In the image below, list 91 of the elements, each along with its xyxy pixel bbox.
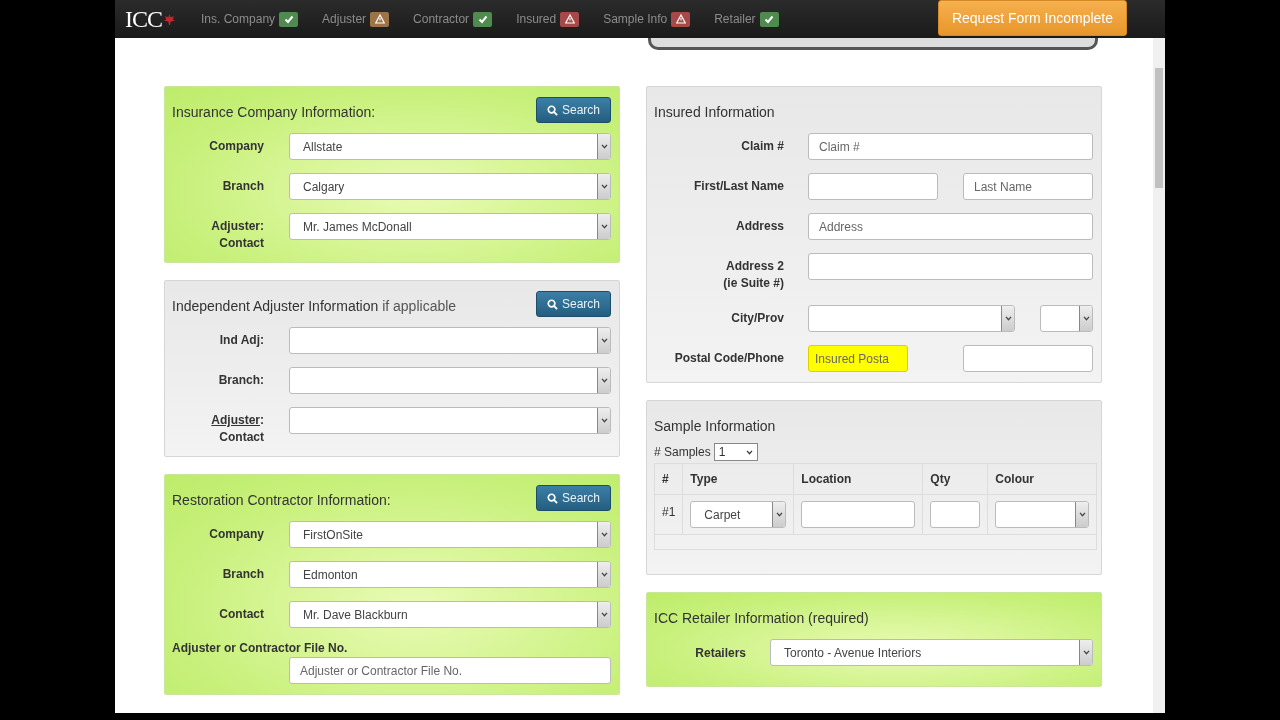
logo-text: ICC (125, 5, 162, 33)
dropdown[interactable] (1040, 305, 1093, 332)
field-label: Adjuster or Contractor File No. (172, 641, 348, 655)
dropdown[interactable] (808, 305, 1015, 332)
check-icon (764, 14, 775, 24)
leaf-icon (164, 13, 175, 25)
field-label: Company (209, 139, 264, 153)
nav-link[interactable]: Retailer (714, 12, 756, 26)
chevron-down-icon (600, 612, 608, 617)
search-icon (546, 492, 558, 504)
column-header: Qty (922, 463, 988, 495)
field-label: Contact (219, 607, 264, 621)
dropdown[interactable]: 1 (713, 443, 758, 461)
search-icon (546, 298, 558, 310)
chevron-down-icon (745, 449, 753, 455)
search-button[interactable]: Search (535, 291, 611, 317)
chevron-down-icon (600, 184, 608, 189)
nav-link[interactable]: Adjuster (322, 12, 367, 26)
dropdown[interactable]: Mr. James McDonall (289, 213, 611, 240)
column-header: Type (682, 463, 794, 495)
check-icon (283, 14, 294, 24)
text-field[interactable]: Address (808, 213, 1093, 240)
dropdown[interactable] (289, 407, 611, 434)
chevron-down-icon (1082, 650, 1090, 655)
field-label: Branch (222, 567, 264, 581)
scrollbar[interactable] (1153, 38, 1165, 713)
field-label: Claim # (741, 139, 784, 153)
panel-title: Restoration Contractor Information: (172, 491, 391, 508)
search-button[interactable]: Search (535, 97, 611, 123)
field-label: Postal Code/Phone (674, 351, 784, 365)
warning-icon (564, 14, 575, 24)
panel-title: Insurance Company Information: (172, 103, 376, 120)
chevron-down-icon (1082, 316, 1090, 321)
chevron-down-icon (600, 224, 608, 229)
field-label: Ind Adj: (219, 333, 264, 347)
panel-title: Insured Information (654, 103, 775, 120)
chevron-down-icon (600, 532, 608, 537)
field-label: Adjuster: Contact (211, 219, 264, 250)
nav-link[interactable]: Ins. Company (201, 12, 276, 26)
text-field[interactable]: Adjuster or Contractor File No. (289, 657, 611, 684)
dropdown[interactable] (289, 327, 611, 354)
text-field[interactable]: Last Name (963, 173, 1093, 200)
panel-title: Independent Adjuster Information if applicable (172, 297, 457, 314)
check-icon (477, 14, 488, 24)
nav-link[interactable]: Sample Info (603, 12, 668, 26)
dropdown[interactable]: Mr. Dave Blackburn (289, 601, 611, 628)
column-header: # (654, 463, 683, 495)
search-icon (546, 104, 558, 116)
text-field[interactable] (930, 501, 981, 528)
field-label: First/Last Name (693, 179, 784, 193)
text-field[interactable] (963, 345, 1093, 372)
field-label: Address (735, 219, 784, 233)
column-header: Location (793, 463, 923, 495)
field-label: # Samples (654, 445, 711, 459)
nav-link[interactable]: Insured (516, 12, 557, 26)
dropdown[interactable]: Toronto - Avenue Interiors (770, 639, 1093, 666)
field-label: Company (209, 527, 264, 541)
field-label: Address 2 (ie Suite #) (723, 259, 784, 290)
chevron-down-icon (1078, 512, 1086, 517)
chevron-down-icon (600, 418, 608, 423)
text-field[interactable]: Insured Posta (808, 345, 908, 372)
dropdown[interactable]: Carpet (690, 501, 787, 528)
text-field[interactable] (808, 173, 938, 200)
dropdown[interactable] (995, 501, 1090, 528)
dropdown[interactable]: Edmonton (289, 561, 611, 588)
table-cell: #1 (654, 494, 683, 535)
text-field[interactable] (808, 253, 1093, 280)
chevron-down-icon (600, 338, 608, 343)
chevron-down-icon (600, 144, 608, 149)
dropdown[interactable]: Calgary (289, 173, 611, 200)
column-header: Colour (987, 463, 1097, 495)
dropdown[interactable]: Allstate (289, 133, 611, 160)
panel-title: ICC Retailer Information (required) (654, 609, 869, 626)
chevron-down-icon (600, 378, 608, 383)
nav-link[interactable]: Contractor (413, 12, 470, 26)
warning-icon (374, 14, 385, 24)
panel-title: Sample Information (654, 417, 776, 434)
warning-icon (675, 14, 686, 24)
chevron-down-icon (600, 572, 608, 577)
dropdown[interactable] (289, 367, 611, 394)
chevron-down-icon (1004, 316, 1012, 321)
field-label: Branch: (218, 373, 264, 387)
search-button[interactable]: Search (535, 485, 611, 511)
field-label: Retailers (695, 645, 746, 660)
field-label: City/Prov (731, 311, 784, 325)
text-field[interactable] (801, 501, 916, 528)
text-field[interactable]: Claim # (808, 133, 1093, 160)
field-label: Branch (222, 179, 264, 193)
chevron-down-icon (775, 512, 783, 517)
dropdown[interactable]: FirstOnSite (289, 521, 611, 548)
field-label: Adjuster: Contact (211, 413, 264, 444)
